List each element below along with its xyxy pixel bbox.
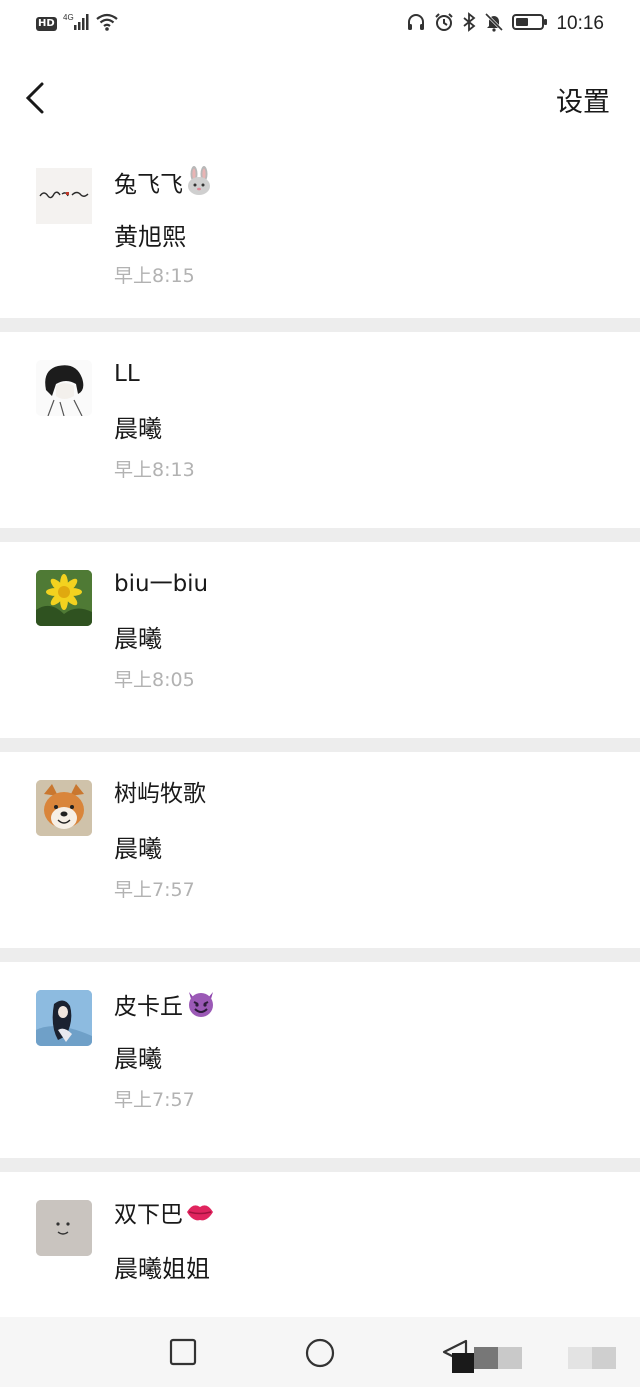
avatar[interactable] xyxy=(36,570,92,626)
network-type: 4G xyxy=(63,13,74,22)
message-time: 早上8:05 xyxy=(114,669,195,691)
contact-name: 皮卡丘 xyxy=(114,988,217,1027)
recents-button[interactable] xyxy=(168,1337,198,1367)
avatar[interactable] xyxy=(36,168,92,224)
bluetooth-icon xyxy=(462,12,476,36)
hd-badge: HD xyxy=(36,17,57,31)
redaction-block xyxy=(498,1347,522,1369)
status-left: HD 4G xyxy=(36,12,119,36)
message-time: 早上7:57 xyxy=(114,1089,195,1111)
contact-name-text: 兔飞飞 xyxy=(114,172,183,198)
message-time: 早上8:15 xyxy=(114,265,195,287)
contact-name: biu一biu xyxy=(114,571,209,597)
message-content: 晨曦 xyxy=(114,625,162,653)
back-button[interactable] xyxy=(22,78,52,118)
list-item[interactable]: LL 晨曦 早上8:13 xyxy=(0,332,640,528)
home-circle-icon xyxy=(305,1338,335,1368)
redaction-block xyxy=(474,1347,498,1369)
battery-icon xyxy=(512,12,548,36)
status-right: 10:16 xyxy=(406,12,604,36)
avatar[interactable] xyxy=(36,1200,92,1256)
signal-icon: 4G xyxy=(63,12,89,36)
list-item[interactable]: 兔飞飞 黄旭熙 早上8:15 xyxy=(0,148,640,318)
alarm-icon xyxy=(434,12,454,36)
chevron-left-icon xyxy=(25,82,44,114)
avatar[interactable] xyxy=(36,360,92,416)
headphones-icon xyxy=(406,12,426,36)
contact-name-text: 皮卡丘 xyxy=(114,994,183,1020)
message-content: 晨曦 xyxy=(114,835,162,863)
list-item[interactable]: 皮卡丘 晨曦 早上7:57 xyxy=(0,962,640,1158)
avatar[interactable] xyxy=(36,990,92,1046)
message-time: 早上8:13 xyxy=(114,459,195,481)
rabbit-emoji-icon xyxy=(185,166,213,205)
contact-name: 兔飞飞 xyxy=(114,166,213,205)
smiling-devil-emoji-icon xyxy=(185,988,217,1027)
message-list: 兔飞飞 黄旭熙 早上8:15 LL 晨曦 早上8:13 biu一biu 晨曦 早… xyxy=(0,148,640,1346)
contact-name-text: 双下巴 xyxy=(114,1202,183,1228)
mute-bell-icon xyxy=(484,12,504,36)
list-item[interactable]: biu一biu 晨曦 早上8:05 xyxy=(0,542,640,738)
list-item[interactable]: 双下巴 晨曦姐姐 xyxy=(0,1172,640,1332)
home-button[interactable] xyxy=(304,1337,335,1368)
message-time: 早上7:57 xyxy=(114,879,195,901)
clock: 10:16 xyxy=(556,13,604,34)
list-item[interactable]: 树屿牧歌 晨曦 早上7:57 xyxy=(0,752,640,948)
message-content: 黄旭熙 xyxy=(114,223,186,251)
redaction-block xyxy=(568,1347,592,1369)
kiss-lips-emoji-icon xyxy=(185,1198,215,1235)
header: 设置 xyxy=(0,48,640,148)
settings-button[interactable]: 设置 xyxy=(556,80,610,119)
wifi-icon xyxy=(95,12,119,36)
contact-name: 树屿牧歌 xyxy=(114,781,206,807)
recents-square-icon xyxy=(169,1338,197,1366)
redaction-block xyxy=(592,1347,616,1369)
contact-name: LL xyxy=(114,361,140,387)
navigation-bar xyxy=(0,1317,640,1387)
avatar[interactable] xyxy=(36,780,92,836)
status-bar: HD 4G 10:16 xyxy=(0,0,640,48)
message-content: 晨曦姐姐 xyxy=(114,1255,210,1283)
message-content: 晨曦 xyxy=(114,1045,162,1073)
contact-name: 双下巴 xyxy=(114,1198,215,1235)
message-content: 晨曦 xyxy=(114,415,162,443)
redaction-block xyxy=(452,1353,474,1373)
